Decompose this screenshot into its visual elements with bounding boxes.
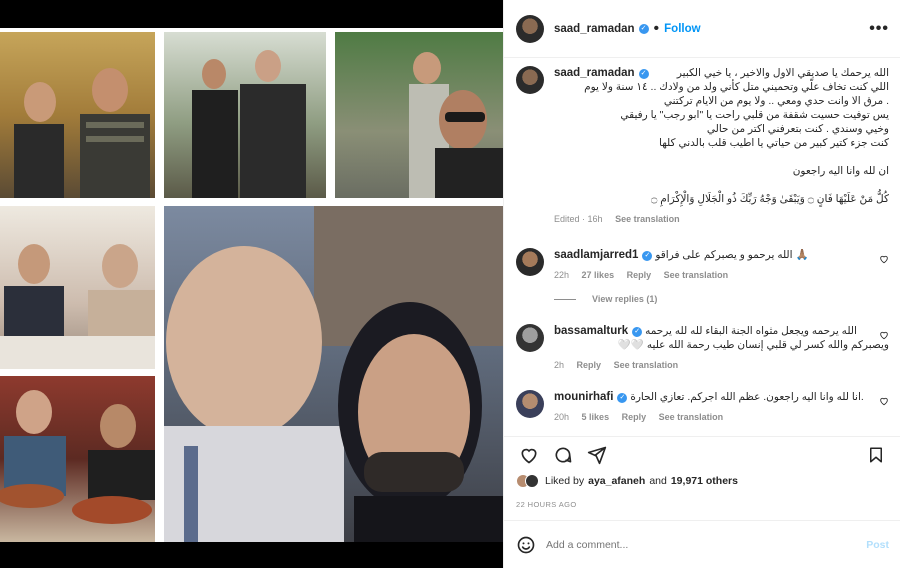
liked-by-prefix: Liked by: [545, 475, 585, 487]
like-comment-heart-icon[interactable]: [879, 330, 889, 340]
caption-meta: Edited · 16h See translation: [554, 212, 889, 226]
post-header: saad_ramadan ✓ • Follow •••: [504, 0, 900, 58]
view-replies-button[interactable]: View replies (1): [554, 294, 657, 304]
liked-by-count[interactable]: 19,971 others: [671, 475, 738, 487]
comment-text: الله يرحمو و يصبركم على فراقو 🙏🏽: [655, 249, 809, 261]
photo-6-art: [164, 206, 503, 542]
follow-button[interactable]: Follow: [664, 23, 700, 35]
emoji-smiley-icon[interactable]: [516, 535, 536, 555]
caption-line: كُلُّ مَنْ عَلَيْهَا فَانٍ ۝ وَيَبْقَىٰ …: [651, 193, 889, 205]
more-options-icon[interactable]: •••: [869, 20, 889, 38]
caption-line: وخيي وسندي . كنت بتعرفني اكتر من حالي: [706, 123, 889, 135]
commenter-username[interactable]: saadlamjarred1: [554, 249, 638, 261]
caption-line: اللي كنت تخاف علّي وتحميني متل كأني ولد …: [584, 81, 889, 93]
caption-line: . مرق الا وانت حدي ومعي .. ولا يوم من ال…: [663, 95, 889, 107]
photo-2: [164, 32, 326, 198]
photo-2-art: [192, 50, 306, 198]
commenter-username[interactable]: bassamalturk: [554, 325, 628, 337]
comment-body: mounirhafi ✓ انا لله وانا اليه راجعون. عظ…: [554, 390, 889, 424]
comment-text-2: ويصبركم والله كسر لي قلبي إنسان طيب رحمة…: [617, 339, 889, 351]
photo-3: [335, 32, 503, 198]
comment-time: 22h: [554, 270, 570, 280]
comment-meta: 22h 27 likes Reply See translation: [554, 268, 889, 282]
edited-time: Edited · 16h: [554, 214, 603, 224]
verified-badge-icon: ✓: [638, 69, 649, 79]
like-heart-svg: [521, 448, 537, 463]
separator-dot: •: [653, 19, 660, 37]
see-translation-link[interactable]: See translation: [615, 214, 680, 224]
share-send-svg: [587, 446, 607, 464]
caption-body: saad_ramadan ✓ الله يرحمك يا صديقي الاول …: [554, 66, 889, 226]
comment-text: انا لله وانا اليه راجعون. عظم الله اجركم…: [630, 391, 864, 403]
commenter-avatar[interactable]: [516, 248, 544, 276]
share-send-icon[interactable]: [584, 442, 610, 468]
author-username[interactable]: saad_ramadan: [554, 23, 635, 35]
photo-collage: [0, 28, 503, 542]
liked-by-and: and: [649, 475, 667, 487]
comment-likes[interactable]: 27 likes: [582, 270, 615, 280]
commenter-avatar[interactable]: [516, 324, 544, 352]
comment-meta: 2h Reply See translation: [554, 358, 889, 372]
photo-5: [0, 376, 155, 542]
like-comment-heart-icon[interactable]: [879, 254, 889, 264]
reply-button[interactable]: Reply: [622, 412, 647, 422]
post-timestamp: 22 HOURS AGO: [516, 500, 577, 509]
photo-5-art: [0, 390, 155, 524]
instagram-post-modal: saad_ramadan ✓ • Follow ••• saad_ramadan…: [0, 0, 900, 568]
reply-button[interactable]: Reply: [577, 360, 602, 370]
view-replies-line: [554, 298, 576, 300]
add-comment-input[interactable]: [546, 538, 867, 551]
photo-3-art: [409, 52, 503, 198]
comment-item: bassamalturk ✓ الله يرحمه ويجعل مثواه الج…: [516, 324, 889, 372]
like-comment-heart-icon[interactable]: [879, 396, 889, 406]
comment-item: mounirhafi ✓ انا لله وانا اليه راجعون. عظ…: [516, 390, 889, 424]
liker-avatar: [525, 474, 539, 488]
verified-badge-icon: ✓: [642, 251, 653, 261]
post-media[interactable]: [0, 0, 503, 568]
like-heart-icon[interactable]: [516, 442, 542, 468]
comment-time: 20h: [554, 412, 570, 422]
see-translation-link[interactable]: See translation: [614, 360, 679, 370]
add-comment-bar: Post: [504, 520, 900, 568]
commenter-avatar[interactable]: [516, 390, 544, 418]
post-actions: [504, 436, 900, 472]
comment-body: bassamalturk ✓ الله يرحمه ويجعل مثواه الج…: [554, 324, 889, 372]
post-side-panel: saad_ramadan ✓ • Follow ••• saad_ramadan…: [503, 0, 900, 568]
comments-scroll-area[interactable]: saad_ramadan ✓ الله يرحمك يا صديقي الاول …: [504, 58, 900, 436]
comment-bubble-svg: [555, 447, 572, 463]
comment-body: saadlamjarred1 ✓ الله يرحمو و يصبركم على …: [554, 248, 889, 282]
photo-4: [0, 206, 155, 369]
save-bookmark-svg: [870, 447, 882, 462]
author-avatar[interactable]: [516, 14, 544, 43]
see-translation-link[interactable]: See translation: [659, 412, 724, 422]
reply-button[interactable]: Reply: [627, 270, 652, 280]
comment-likes[interactable]: 5 likes: [582, 412, 610, 422]
post-comment-button[interactable]: Post: [866, 539, 889, 551]
comment-text: الله يرحمه ويجعل مثواه الجنة البقاء لله …: [645, 325, 857, 337]
caption-line: يس توفيت حسيت شقفة من قلبي راحت يا "ابو …: [620, 109, 889, 121]
photo-6: [164, 206, 503, 542]
caption-line: كنت جزء كتير كبير من حياتي يا اطيب قلب ب…: [659, 137, 889, 149]
verified-badge-icon: ✓: [617, 393, 628, 403]
comment-item: saadlamjarred1 ✓ الله يرحمو و يصبركم على …: [516, 248, 889, 282]
save-bookmark-icon[interactable]: [863, 442, 889, 468]
comment-meta: 20h 5 likes Reply See translation: [554, 410, 889, 424]
view-replies-label: View replies (1): [592, 294, 658, 304]
see-translation-link[interactable]: See translation: [664, 270, 729, 280]
liked-by: Liked by aya_afaneh and 19,971 others: [516, 474, 738, 488]
caption: saad_ramadan ✓ الله يرحمك يا صديقي الاول …: [516, 66, 889, 226]
caption-avatar[interactable]: [516, 66, 544, 94]
commenter-username[interactable]: mounirhafi: [554, 391, 613, 403]
caption-username[interactable]: saad_ramadan: [554, 67, 635, 79]
comment-bubble-icon[interactable]: [550, 442, 576, 468]
liked-by-user[interactable]: aya_afaneh: [588, 475, 645, 487]
verified-badge-icon: ✓: [632, 327, 643, 337]
photo-1: [0, 32, 155, 198]
photo-1-art: [14, 68, 150, 198]
comment-time: 2h: [554, 360, 565, 370]
photo-4-art: [0, 244, 155, 369]
verified-badge-icon: ✓: [638, 23, 649, 34]
caption-line: ان لله وانا اليه راجعون: [792, 165, 889, 177]
